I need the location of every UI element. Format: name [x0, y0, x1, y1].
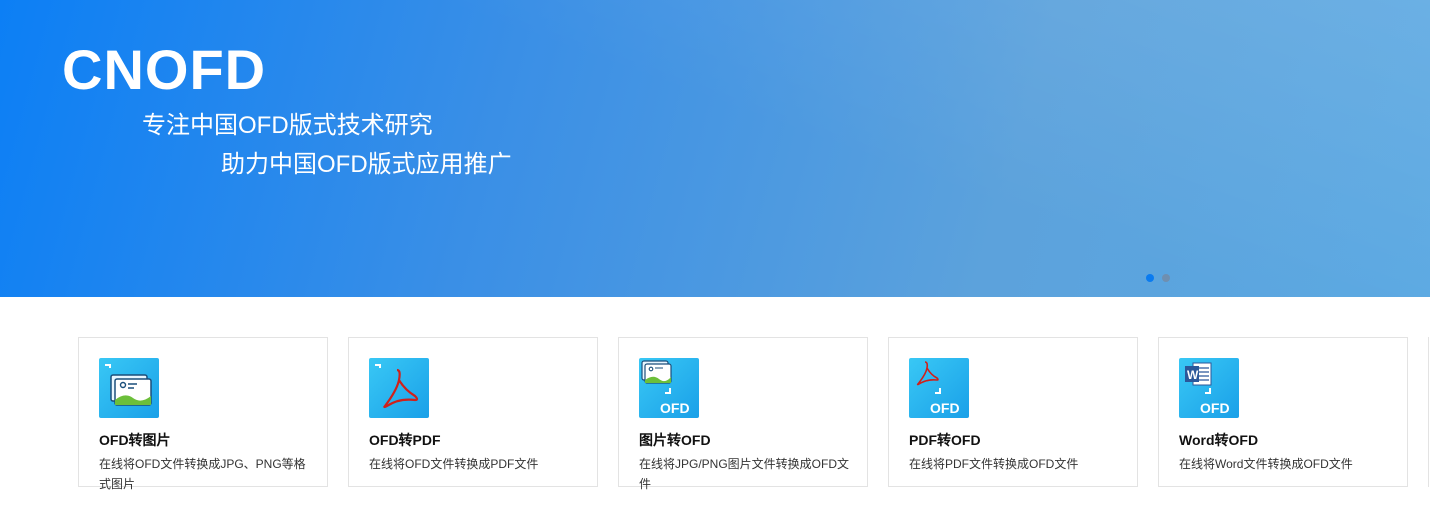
carousel-dot-1[interactable]: [1146, 274, 1154, 282]
card-description: 在线将Word文件转换成OFD文件: [1179, 457, 1353, 471]
tool-cards: OFD转图片 在线将OFD文件转换成JPG、PNG等格式图片 OFD转PDF 在…: [78, 337, 1408, 491]
card-description: 在线将OFD文件转换成JPG、PNG等格式图片: [99, 457, 306, 491]
card-ofd-to-pdf[interactable]: OFD转PDF 在线将OFD文件转换成PDF文件: [348, 337, 598, 487]
pdf-to-ofd-icon: OFD: [909, 358, 969, 418]
carousel-dots: [1146, 274, 1170, 282]
ofd-label: OFD: [1200, 400, 1230, 416]
card-image-to-ofd[interactable]: OFD 图片转OFD 在线将JPG/PNG图片文件转换成OFD文件: [618, 337, 868, 491]
carousel-dot-2[interactable]: [1162, 274, 1170, 282]
word-letter: W: [1187, 368, 1199, 382]
card-description: 在线将OFD文件转换成PDF文件: [369, 457, 539, 471]
ofd-label: OFD: [660, 400, 690, 416]
card-title: OFD转PDF: [369, 432, 441, 448]
card-ofd-to-image[interactable]: OFD转图片 在线将OFD文件转换成JPG、PNG等格式图片: [78, 337, 328, 491]
card-pdf-to-ofd[interactable]: OFD PDF转OFD 在线将PDF文件转换成OFD文件: [888, 337, 1138, 487]
card-title: Word转OFD: [1179, 432, 1259, 448]
card-word-to-ofd[interactable]: W OFD Word转OFD 在线将Word文件转换成OFD文件: [1158, 337, 1408, 487]
card-description: 在线将PDF文件转换成OFD文件: [909, 457, 1079, 471]
word-to-ofd-icon: W OFD: [1179, 358, 1239, 418]
slogan-line-2: 助力中国OFD版式应用推广: [221, 151, 512, 178]
card-description: 在线将JPG/PNG图片文件转换成OFD文件: [639, 457, 850, 491]
image-convert-icon: [99, 358, 159, 418]
pdf-icon: [369, 358, 429, 418]
ofd-label: OFD: [930, 400, 960, 416]
hero-banner: CNOFD 专注中国OFD版式技术研究 助力中国OFD版式应用推广: [0, 0, 1430, 297]
image-to-ofd-icon: OFD: [639, 358, 699, 418]
card-title: 图片转OFD: [639, 432, 711, 448]
card-title: OFD转图片: [99, 432, 171, 448]
brand-title: CNOFD: [62, 38, 267, 101]
slogan-line-1: 专注中国OFD版式技术研究: [142, 112, 433, 139]
card-title: PDF转OFD: [909, 432, 981, 448]
